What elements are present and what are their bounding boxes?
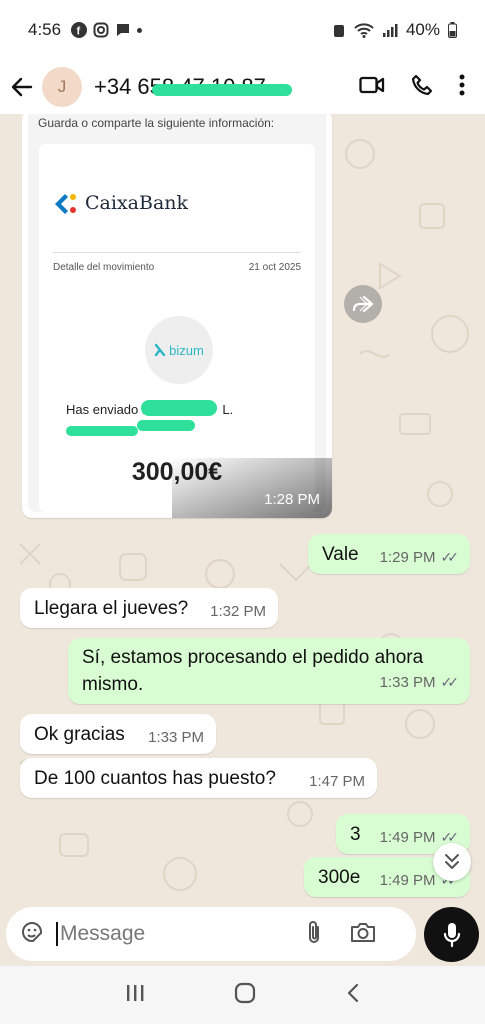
sticker-icon [21, 921, 42, 942]
svg-text:f: f [77, 26, 81, 38]
home-button[interactable] [234, 982, 256, 1009]
notification-icons: f [71, 22, 143, 38]
phone-icon [411, 74, 433, 95]
attach-icon [309, 920, 319, 943]
recipient-fragment: L. [222, 402, 234, 417]
message-bubble-outgoing[interactable]: Vale 1:29 PM ✓✓ [308, 534, 470, 574]
message-input[interactable] [56, 922, 296, 946]
redaction-mark [137, 420, 195, 431]
recent-apps-button[interactable] [125, 984, 145, 1007]
video-call-button[interactable] [359, 75, 385, 100]
message-text: Llegara el jueves? [34, 598, 189, 619]
more-vert-icon [459, 74, 465, 95]
bizum-icon [154, 343, 166, 357]
read-receipt-icon: ✓✓ [440, 549, 460, 565]
wifi-icon [354, 23, 374, 38]
home-icon [235, 982, 256, 1003]
caixabank-star-icon [55, 194, 76, 214]
chat-header: J +34 658 47 10 87 [0, 60, 485, 114]
message-time: 1:33 PM [379, 674, 436, 691]
camera-button[interactable] [350, 921, 376, 948]
message-notification-icon [117, 24, 130, 36]
avatar-initial: J [57, 77, 67, 96]
sticker-button[interactable] [20, 920, 44, 949]
mic-icon [443, 922, 460, 947]
message-composer [6, 907, 416, 961]
receipt-screenshot: Guarda o comparte la siguiente informaci… [28, 114, 326, 512]
caixabank-logo: CaixaBank [53, 192, 188, 214]
message-text: Vale [322, 544, 359, 565]
message-bubble-incoming[interactable]: Llegara el jueves? 1:32 PM [20, 588, 278, 628]
scroll-to-bottom-button[interactable] [433, 843, 471, 881]
message-time: 1:49 PM [379, 872, 436, 889]
recent-apps-icon [126, 984, 144, 1001]
redaction-mark [152, 84, 292, 96]
back-arrow-icon [11, 77, 33, 97]
clock: 4:56 [28, 20, 62, 39]
nav-back-button[interactable] [346, 983, 360, 1008]
battery-percentage: 40% [405, 20, 440, 39]
battery-icon [448, 22, 457, 38]
nav-back-icon [348, 983, 359, 1002]
attach-button[interactable] [306, 919, 322, 950]
read-receipt-icon: ✓✓ [440, 674, 460, 690]
sent-label: Has enviado a [66, 402, 150, 417]
signal-icon [382, 24, 398, 37]
back-button[interactable] [2, 76, 42, 98]
facebook-icon: f [71, 22, 88, 38]
message-time: 1:47 PM [309, 773, 365, 790]
bank-name: CaixaBank [85, 192, 189, 214]
message-bubble-outgoing[interactable]: Sí, estamos procesando el pedido ahora m… [68, 638, 470, 704]
message-text: De 100 cuantos has puesto? [34, 768, 276, 789]
timestamp-shade [172, 458, 332, 518]
redaction-mark [141, 400, 217, 416]
camera-icon [351, 922, 375, 942]
voice-message-button[interactable] [424, 907, 479, 962]
alarm-icon [333, 25, 344, 37]
redaction-mark [66, 426, 138, 436]
system-navigation-bar [0, 966, 485, 1024]
more-notifications-dot [137, 27, 143, 33]
bizum-label: bizum [169, 342, 204, 358]
receipt-share-text: Guarda o comparte la siguiente informaci… [38, 116, 275, 130]
scroll-down-icon [445, 854, 459, 869]
contact-name[interactable]: +34 658 47 10 87 [94, 74, 294, 100]
chat-area[interactable]: Guarda o comparte la siguiente informaci… [0, 114, 485, 904]
receipt-card: CaixaBank Detalle del movimiento 21 oct … [39, 144, 315, 512]
message-time: 1:33 PM [148, 729, 204, 746]
receipt-image-message[interactable]: Guarda o comparte la siguiente informaci… [22, 114, 332, 518]
message-text: 300e [318, 867, 361, 888]
message-time: 1:28 PM [264, 491, 320, 508]
instagram-icon [93, 22, 109, 38]
message-text: Ok gracias [34, 724, 125, 745]
message-time: 1:49 PM [379, 829, 436, 846]
status-bar: 4:56 f 40% [0, 0, 485, 60]
more-options-button[interactable] [459, 74, 465, 101]
forward-button[interactable] [344, 285, 382, 323]
contact-avatar[interactable]: J [42, 67, 82, 107]
message-time: 1:32 PM [210, 603, 266, 620]
message-bubble-incoming[interactable]: De 100 cuantos has puesto? 1:47 PM [20, 758, 377, 798]
voice-call-button[interactable] [411, 74, 433, 101]
detail-label: Detalle del movimiento [53, 262, 155, 273]
forward-icon [352, 295, 374, 313]
message-bubble-incoming[interactable]: Ok gracias 1:33 PM [20, 714, 216, 754]
bizum-logo: bizum [145, 316, 213, 384]
video-call-icon [359, 76, 385, 93]
message-text: 3 [350, 824, 361, 845]
receipt-date: 21 oct 2025 [248, 262, 301, 273]
receipt-divider [53, 252, 301, 253]
receipt-detail-row: Detalle del movimiento 21 oct 2025 [53, 262, 301, 273]
message-time: 1:29 PM [379, 549, 436, 566]
